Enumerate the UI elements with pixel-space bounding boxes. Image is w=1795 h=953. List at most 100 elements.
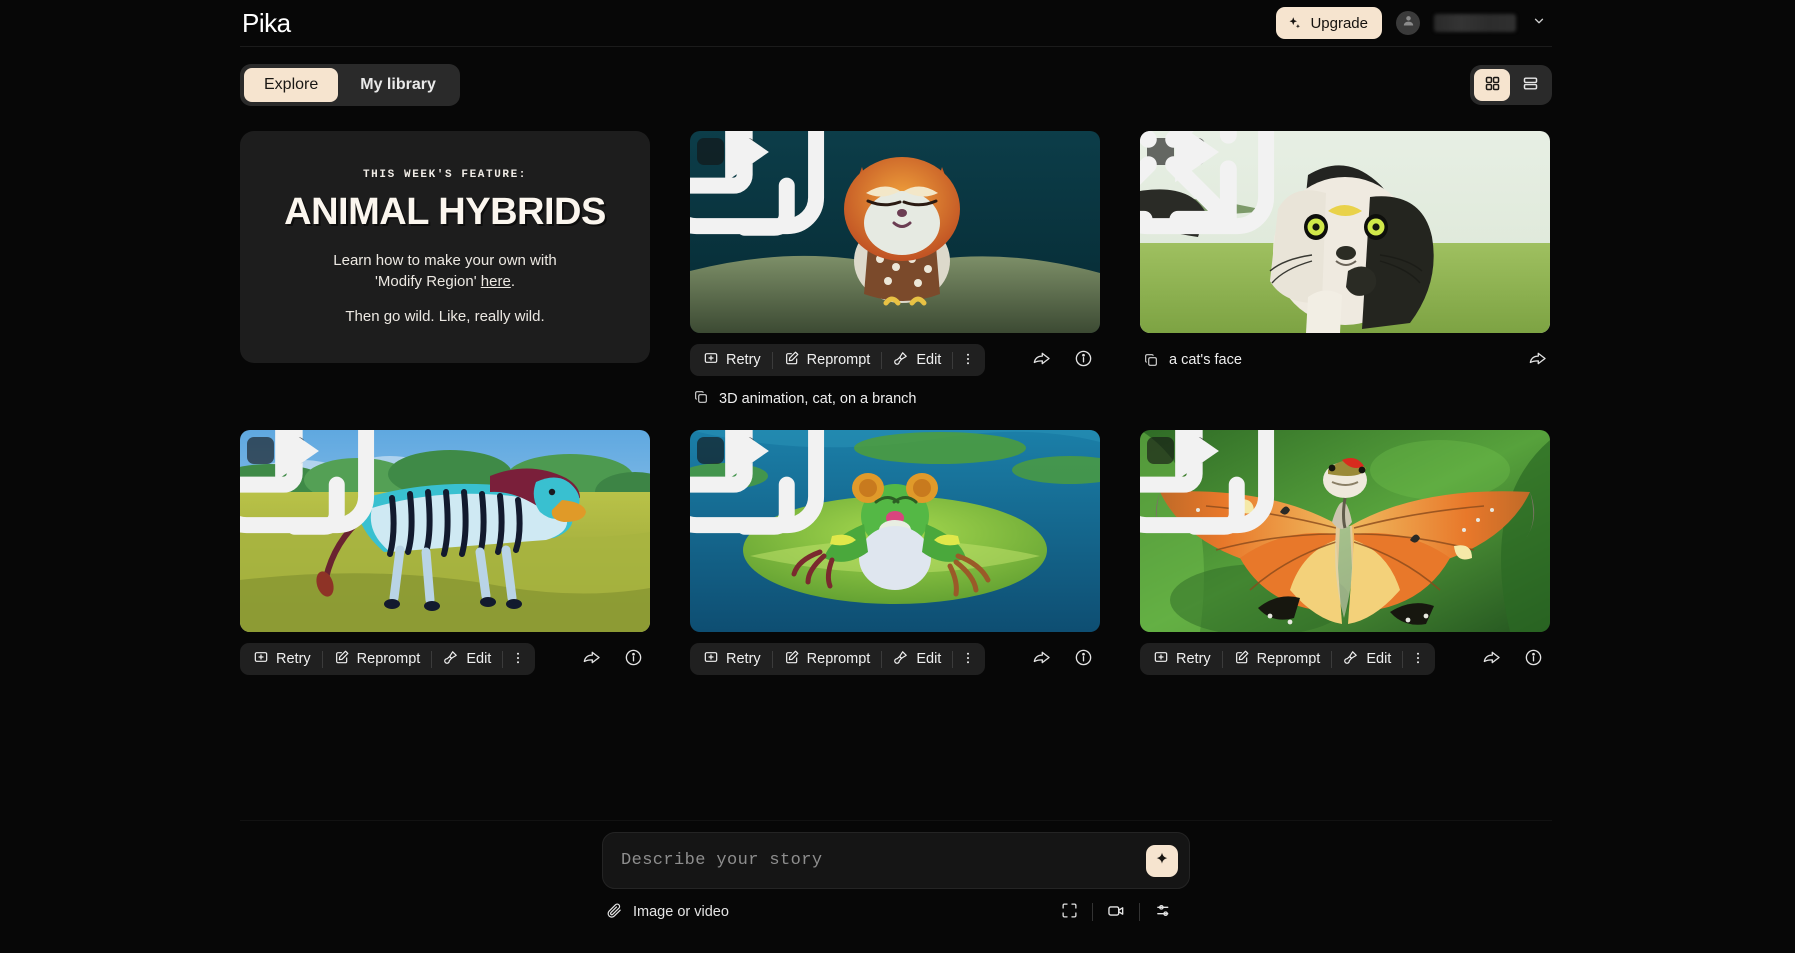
retry-button[interactable]: Retry bbox=[692, 644, 772, 674]
reprompt-button[interactable]: Reprompt bbox=[773, 644, 882, 674]
share-button[interactable] bbox=[578, 646, 604, 672]
video-thumbnail[interactable] bbox=[1140, 131, 1550, 333]
info-circle-icon bbox=[624, 648, 643, 670]
retry-button[interactable]: Retry bbox=[1142, 644, 1222, 674]
grid-view-button[interactable] bbox=[1474, 69, 1510, 101]
edit-button[interactable]: Edit bbox=[882, 644, 952, 674]
account-menu-chevron[interactable] bbox=[1530, 14, 1548, 32]
info-button[interactable] bbox=[1520, 646, 1546, 672]
video-mode-button[interactable] bbox=[1093, 897, 1139, 927]
video-thumbnail[interactable] bbox=[690, 430, 1100, 632]
generation-settings-button[interactable] bbox=[1140, 897, 1186, 927]
share-button[interactable] bbox=[1478, 646, 1504, 672]
thumbnail-controls bbox=[1147, 138, 1205, 165]
copy-icon[interactable] bbox=[693, 389, 709, 410]
play-box-icon bbox=[690, 131, 947, 253]
more-options-button[interactable] bbox=[503, 644, 533, 674]
media-card: Retry Reprompt bbox=[1140, 430, 1550, 677]
upgrade-button[interactable]: Upgrade bbox=[1276, 7, 1382, 39]
share-arrow-icon bbox=[1032, 349, 1051, 371]
info-circle-icon bbox=[1074, 648, 1093, 670]
pencil-square-icon bbox=[784, 649, 800, 669]
share-button[interactable] bbox=[1028, 646, 1054, 672]
info-button[interactable] bbox=[1070, 646, 1096, 672]
reprompt-button[interactable]: Reprompt bbox=[323, 644, 432, 674]
edit-button[interactable]: Edit bbox=[1332, 644, 1402, 674]
more-options-button[interactable] bbox=[1403, 644, 1433, 674]
reprompt-button[interactable]: Reprompt bbox=[1223, 644, 1332, 674]
reprompt-label: Reprompt bbox=[357, 651, 421, 667]
video-thumbnail[interactable] bbox=[1140, 430, 1550, 632]
list-view-button[interactable] bbox=[1512, 69, 1548, 101]
share-arrow-icon bbox=[1482, 648, 1501, 670]
pika-app-window: Pika Upgrade bbox=[0, 0, 1795, 953]
media-card: Retry Reprompt bbox=[240, 430, 650, 677]
play-button[interactable] bbox=[1178, 138, 1205, 165]
play-button[interactable] bbox=[278, 437, 305, 464]
paintbrush-icon bbox=[1343, 649, 1359, 669]
play-box-icon bbox=[240, 430, 497, 552]
promo-line-3: Then go wild. Like, really wild. bbox=[345, 308, 544, 325]
promo-line-1: Learn how to make your own with bbox=[333, 252, 556, 269]
prompt-text: a cat's face bbox=[1169, 352, 1242, 368]
composer-input-box bbox=[602, 832, 1190, 889]
tab-row: Explore My library bbox=[240, 47, 1552, 112]
video-thumbnail[interactable] bbox=[690, 131, 1100, 333]
retry-button[interactable]: Retry bbox=[242, 644, 322, 674]
play-button[interactable] bbox=[728, 138, 755, 165]
main-tabs: Explore My library bbox=[240, 64, 460, 106]
media-card: Retry Reprompt bbox=[690, 131, 1100, 412]
more-options-button[interactable] bbox=[953, 345, 983, 375]
info-button[interactable] bbox=[620, 646, 646, 672]
share-arrow-icon bbox=[1032, 648, 1051, 670]
attach-media-button[interactable]: Image or video bbox=[606, 902, 729, 923]
chevron-down-icon bbox=[1532, 14, 1546, 33]
content-column: Pika Upgrade bbox=[240, 0, 1552, 953]
aspect-ratio-button[interactable] bbox=[1046, 897, 1092, 927]
media-toolbar: Retry Reprompt bbox=[240, 641, 650, 677]
media-toolbar: Retry Reprompt bbox=[1140, 641, 1550, 677]
app-header: Pika Upgrade bbox=[240, 0, 1552, 47]
pencil-square-icon bbox=[334, 649, 350, 669]
play-button[interactable] bbox=[1178, 437, 1205, 464]
media-card: Retry Reprompt bbox=[690, 430, 1100, 677]
header-right-cluster: Upgrade bbox=[1276, 7, 1552, 39]
modify-region-link[interactable]: here bbox=[481, 273, 511, 290]
brand-logo[interactable]: Pika bbox=[240, 10, 291, 36]
feature-promo-card[interactable]: THIS WEEK'S FEATURE: ANIMAL HYBRIDS Lear… bbox=[240, 131, 650, 363]
edit-label: Edit bbox=[916, 651, 941, 667]
toolbar-group: Retry Reprompt bbox=[690, 643, 985, 675]
username-display[interactable] bbox=[1434, 14, 1516, 32]
reprompt-button[interactable]: Reprompt bbox=[773, 345, 882, 375]
grid-cell: a cat's face bbox=[1140, 131, 1550, 412]
retry-box-icon bbox=[703, 649, 719, 669]
tab-explore[interactable]: Explore bbox=[244, 68, 338, 102]
edit-button[interactable]: Edit bbox=[432, 644, 502, 674]
info-button[interactable] bbox=[1070, 347, 1096, 373]
copy-icon[interactable] bbox=[1143, 352, 1159, 368]
paintbrush-icon bbox=[443, 649, 459, 669]
generate-button[interactable] bbox=[1146, 845, 1178, 877]
share-button[interactable] bbox=[1524, 347, 1550, 373]
avatar[interactable] bbox=[1396, 11, 1420, 35]
retry-label: Retry bbox=[276, 651, 311, 667]
thumbnail-controls bbox=[1147, 437, 1205, 464]
play-box-icon bbox=[1140, 131, 1397, 253]
toolbar-right bbox=[1028, 646, 1100, 672]
story-prompt-input[interactable] bbox=[621, 851, 1146, 870]
share-button[interactable] bbox=[1028, 347, 1054, 373]
pencil-square-icon bbox=[784, 350, 800, 370]
retry-button[interactable]: Retry bbox=[692, 345, 772, 375]
promo-title: ANIMAL HYBRIDS bbox=[284, 191, 606, 234]
prompt-text: 3D animation, cat, on a branch bbox=[719, 391, 916, 407]
edit-button[interactable]: Edit bbox=[882, 345, 952, 375]
upgrade-label: Upgrade bbox=[1310, 15, 1368, 32]
tab-my-library[interactable]: My library bbox=[340, 68, 456, 102]
retry-box-icon bbox=[1153, 649, 1169, 669]
play-button[interactable] bbox=[728, 437, 755, 464]
more-options-button[interactable] bbox=[953, 644, 983, 674]
promo-line-2-post: . bbox=[511, 273, 515, 290]
video-thumbnail[interactable] bbox=[240, 430, 650, 632]
grid-cell: Retry Reprompt bbox=[690, 131, 1100, 412]
media-card: a cat's face bbox=[1140, 131, 1550, 378]
